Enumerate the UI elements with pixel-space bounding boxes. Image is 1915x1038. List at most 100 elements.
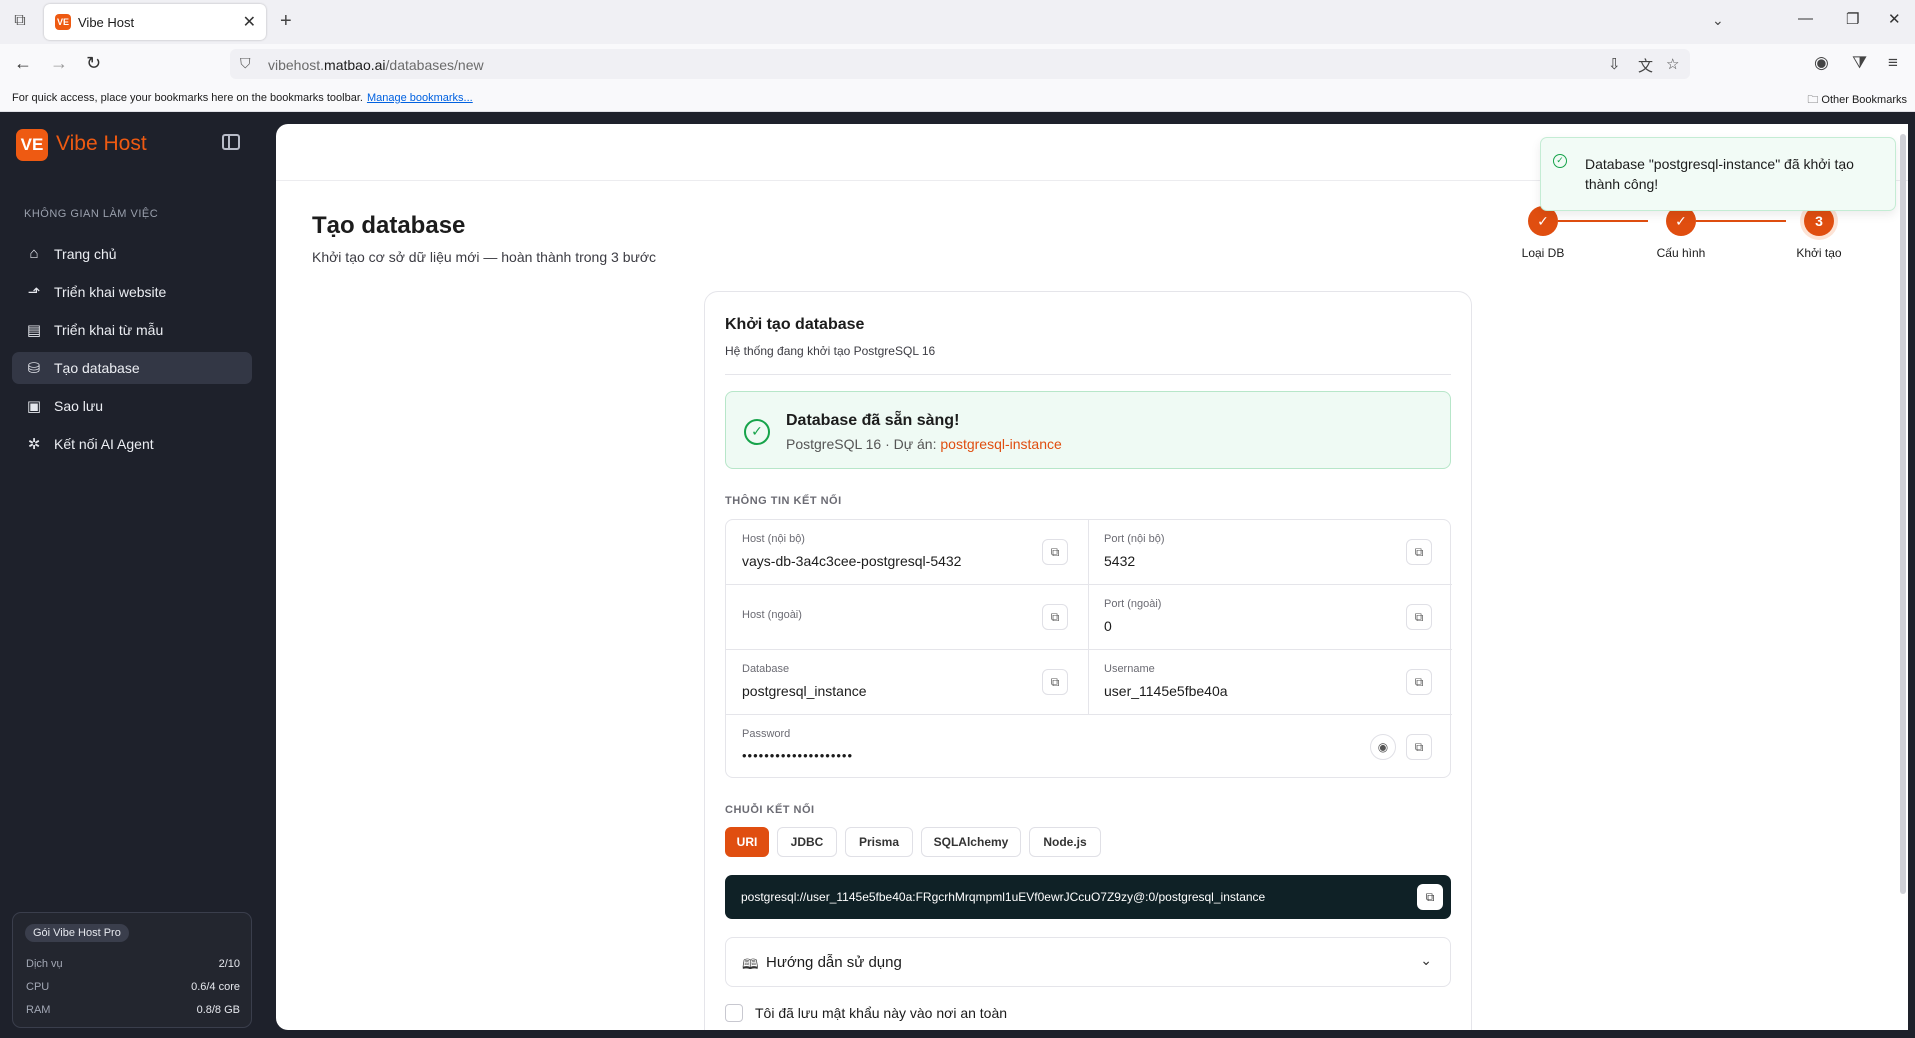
minimize-icon[interactable]: — [1798, 10, 1813, 27]
saved-password-label[interactable]: Tôi đã lưu mật khẩu này vào nơi an toàn [755, 1005, 1007, 1021]
stepper: ✓ ✓ 3 Loại DB Cấu hình Khởi tạo [1504, 206, 1884, 276]
home-icon: ⌂ [29, 245, 39, 262]
sidebar-item-label: Sao lưu [54, 398, 104, 414]
eye-icon[interactable]: ◉ [1370, 734, 1396, 760]
chevron-down-icon: ⌄ [1420, 952, 1432, 968]
sidebar-item-label: Triển khai từ mẫu [54, 322, 164, 338]
copy-host-internal-button[interactable]: ⧉ [1042, 539, 1068, 565]
chevron-down-icon[interactable]: ⌄ [1712, 12, 1724, 29]
workspace-section-label: KHÔNG GIAN LÀM VIỆC [24, 208, 159, 220]
usage-guide-accordion[interactable]: 🕮 Hướng dẫn sử dụng ⌄ [725, 937, 1451, 987]
sidebar-item-home[interactable]: ⌂ Trang chủ [12, 238, 252, 270]
field-database: Database postgresql_instance ⧉ [726, 650, 1088, 714]
close-tab-icon[interactable]: ✕ [243, 12, 256, 32]
card-divider [725, 374, 1451, 375]
field-host-external: Host (ngoài) ⧉ [726, 585, 1088, 649]
shield-icon[interactable]: ⛉ [240, 55, 251, 72]
sidebar-item-deploy-website[interactable]: ⬏ Triển khai website [12, 276, 252, 308]
field-port-internal: Port (nội bộ) 5432 ⧉ [1088, 520, 1452, 584]
star-icon[interactable]: ☆ [1666, 55, 1679, 73]
step-1-label: Loại DB [1521, 246, 1565, 260]
field-value: 0 [1104, 618, 1112, 634]
tab-jdbc[interactable]: JDBC [777, 827, 837, 857]
tab-nodejs[interactable]: Node.js [1029, 827, 1101, 857]
field-host-internal: Host (nội bộ) vays-db-3a4c3cee-postgresq… [726, 520, 1088, 584]
sidebar-item-ai-agent[interactable]: ✲ Kết nối AI Agent [12, 428, 252, 460]
tab-list-icon[interactable]: ⧉ [10, 12, 30, 32]
tab-title: Vibe Host [78, 15, 135, 30]
manage-bookmarks-link[interactable]: Manage bookmarks... [367, 92, 473, 104]
field-username: Username user_1145e5fbe40a ⧉ [1088, 650, 1452, 714]
copy-port-external-button[interactable]: ⧉ [1406, 604, 1432, 630]
step-3-label: Khởi tạo [1796, 246, 1842, 260]
sidebar-toggle-icon[interactable] [222, 134, 240, 150]
scrollbar[interactable] [1900, 134, 1906, 894]
field-label: Username [1104, 663, 1155, 675]
field-port-external: Port (ngoài) 0 ⧉ [1088, 585, 1452, 649]
url-bar[interactable]: ⛉ vibehost.matbao.ai/databases/new ⇩ 文 ☆ [230, 49, 1690, 79]
copy-connection-string-button[interactable]: ⧉ [1417, 884, 1443, 910]
ready-subtitle: PostgreSQL 16 · Dự án: postgresql-instan… [786, 436, 1062, 452]
plan-badge[interactable]: Gói Vibe Host Pro [25, 924, 129, 942]
sidebar-item-label: Kết nối AI Agent [54, 436, 154, 452]
step-2-label: Cấu hình [1656, 246, 1706, 260]
step-connector [1558, 220, 1648, 222]
connection-string[interactable]: postgresql://user_1145e5fbe40a:FRgcrhMrq… [741, 890, 1265, 904]
plan-usage-box: Gói Vibe Host Pro Dịch vụ 2/10 CPU 0.6/4 c… [12, 912, 252, 1028]
rocket-icon: ⬏ [27, 284, 41, 301]
other-bookmarks[interactable]: 🗀 Other Bookmarks [1807, 91, 1907, 110]
sidebar-item-deploy-template[interactable]: ▤ Triển khai từ mẫu [12, 314, 252, 346]
tab-prisma[interactable]: Prisma [845, 827, 913, 857]
restore-icon[interactable]: ❐ [1846, 10, 1859, 28]
forward-icon[interactable]: → [50, 53, 68, 74]
usage-guide-label: Hướng dẫn sử dụng [766, 954, 902, 971]
sidebar-item-label: Trang chủ [54, 246, 117, 262]
plan-row-services: Dịch vụ 2/10 [26, 958, 240, 970]
check-circle-icon: ✓ [744, 419, 770, 445]
card-subtitle: Hệ thống đang khởi tạo PostgreSQL 16 [725, 344, 936, 358]
main-content: Tạo database Khởi tạo cơ sở dữ liệu mới … [276, 124, 1908, 1030]
translate-icon[interactable]: 文 [1638, 55, 1653, 76]
field-label: Port (ngoài) [1104, 598, 1162, 610]
sidebar: VE Vibe Host KHÔNG GIAN LÀM VIỆC ⌂ Trang… [0, 112, 276, 1038]
close-window-icon[interactable]: ✕ [1888, 10, 1901, 28]
toast-message: Database "postgresql-instance" đã khởi t… [1585, 156, 1854, 192]
saved-password-checkbox[interactable] [725, 1004, 743, 1022]
extensions-icon[interactable]: ⧩ [1852, 53, 1867, 73]
bookmarks-bar: For quick access, place your bookmarks h… [0, 84, 1915, 112]
copy-password-button[interactable]: ⧉ [1406, 734, 1432, 760]
field-value: 5432 [1104, 553, 1136, 569]
package-icon: ▤ [26, 322, 42, 339]
bookmarks-hint: For quick access, place your bookmarks h… [12, 92, 473, 104]
tab-sqlalchemy[interactable]: SQLAlchemy [921, 827, 1021, 857]
sidebar-item-label: Tạo database [54, 360, 140, 376]
url-text[interactable]: vibehost.matbao.ai/databases/new [268, 57, 484, 73]
tab-uri[interactable]: URI [725, 827, 769, 857]
connection-string-box: postgresql://user_1145e5fbe40a:FRgcrhMrq… [725, 875, 1451, 919]
sidebar-item-backup[interactable]: ▣ Sao lưu [12, 390, 252, 422]
new-tab-icon[interactable]: + [280, 10, 292, 33]
brand-name[interactable]: Vibe Host [56, 132, 147, 156]
ready-title: Database đã sẵn sàng! [786, 412, 960, 429]
field-value: user_1145e5fbe40a [1104, 683, 1228, 699]
copy-host-external-button[interactable]: ⧉ [1042, 604, 1068, 630]
plan-row-ram: RAM 0.8/8 GB [26, 1004, 240, 1016]
field-password: Password •••••••••••••••••••• ◉ ⧉ [726, 715, 1452, 779]
field-label: Password [742, 728, 791, 740]
sparkle-icon: ✲ [27, 436, 41, 453]
reload-icon[interactable]: ↻ [86, 53, 101, 74]
sidebar-item-create-database[interactable]: ⛁ Tạo database [12, 352, 252, 384]
page-subtitle: Khởi tạo cơ sở dữ liệu mới — hoàn thành … [312, 249, 657, 265]
logo[interactable]: VE [16, 129, 48, 161]
download-page-icon[interactable]: ⇩ [1608, 55, 1621, 73]
account-icon[interactable]: ◉ [1814, 53, 1829, 73]
copy-port-internal-button[interactable]: ⧉ [1406, 539, 1432, 565]
browser-tab[interactable]: VE Vibe Host ✕ [44, 4, 266, 40]
connection-info-label: THÔNG TIN KẾT NỐI [725, 495, 842, 507]
copy-database-button[interactable]: ⧉ [1042, 669, 1068, 695]
sidebar-item-label: Triển khai website [54, 284, 167, 300]
copy-username-button[interactable]: ⧉ [1406, 669, 1432, 695]
check-circle-icon: ✓ [1553, 154, 1567, 168]
back-icon[interactable]: ← [14, 53, 32, 74]
menu-icon[interactable]: ≡ [1888, 53, 1898, 73]
